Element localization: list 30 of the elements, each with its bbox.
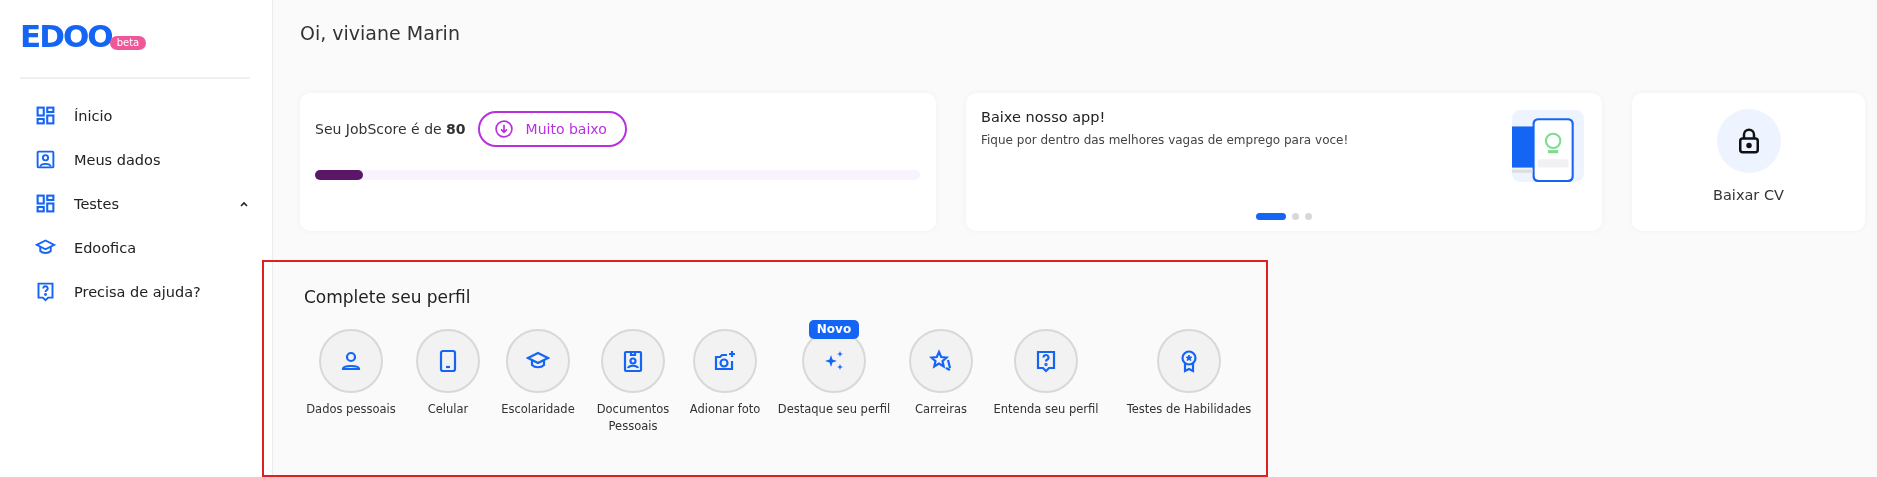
sidebar-item[interactable]: Precisa de ajuda? [35,279,272,304]
sidebar-item[interactable]: Testes [35,191,272,216]
profile-step-button[interactable]: Testes de Habilidades [1114,329,1264,418]
id-badge-icon [621,349,645,373]
question-icon [1034,349,1058,373]
download-cv-button[interactable]: Baixar CV [1632,93,1865,231]
profile-step-button[interactable]: Dados pessoais [302,329,400,418]
greeting-heading: Oi, viviane Marin [300,22,461,45]
grid-icon [35,105,56,126]
profile-step-button[interactable]: Celular [400,329,496,418]
jobscore-text: Seu JobScore é de 80 [315,121,466,137]
person-icon [339,349,363,373]
section-title: Complete seu perfil [304,286,472,308]
profile-step-button[interactable]: Entenda seu perfil [978,329,1114,418]
app-title: Baixe nosso app! [981,109,1107,125]
new-badge: Novo [808,320,860,339]
question-icon [35,281,56,302]
sidebar-item[interactable]: Edoofica [35,235,272,260]
arrow-down-circle-icon [493,119,514,139]
grid-icon [35,193,56,214]
sidebar-item[interactable]: Meus dados [35,147,272,172]
carousel-dot[interactable] [1292,213,1299,220]
sidebar-item[interactable]: Ínicio [35,103,272,128]
stars-icon [929,349,953,373]
profile-step-button[interactable]: Documentos Pessoais [580,329,686,435]
camera-plus-icon [713,349,737,373]
score-badge: Muito baixo [477,111,627,147]
carousel-dot[interactable] [1305,213,1312,220]
app-description: Fique por dentro das melhores vagas de emprego para voce! [981,133,1349,147]
user-card-icon [35,149,56,170]
